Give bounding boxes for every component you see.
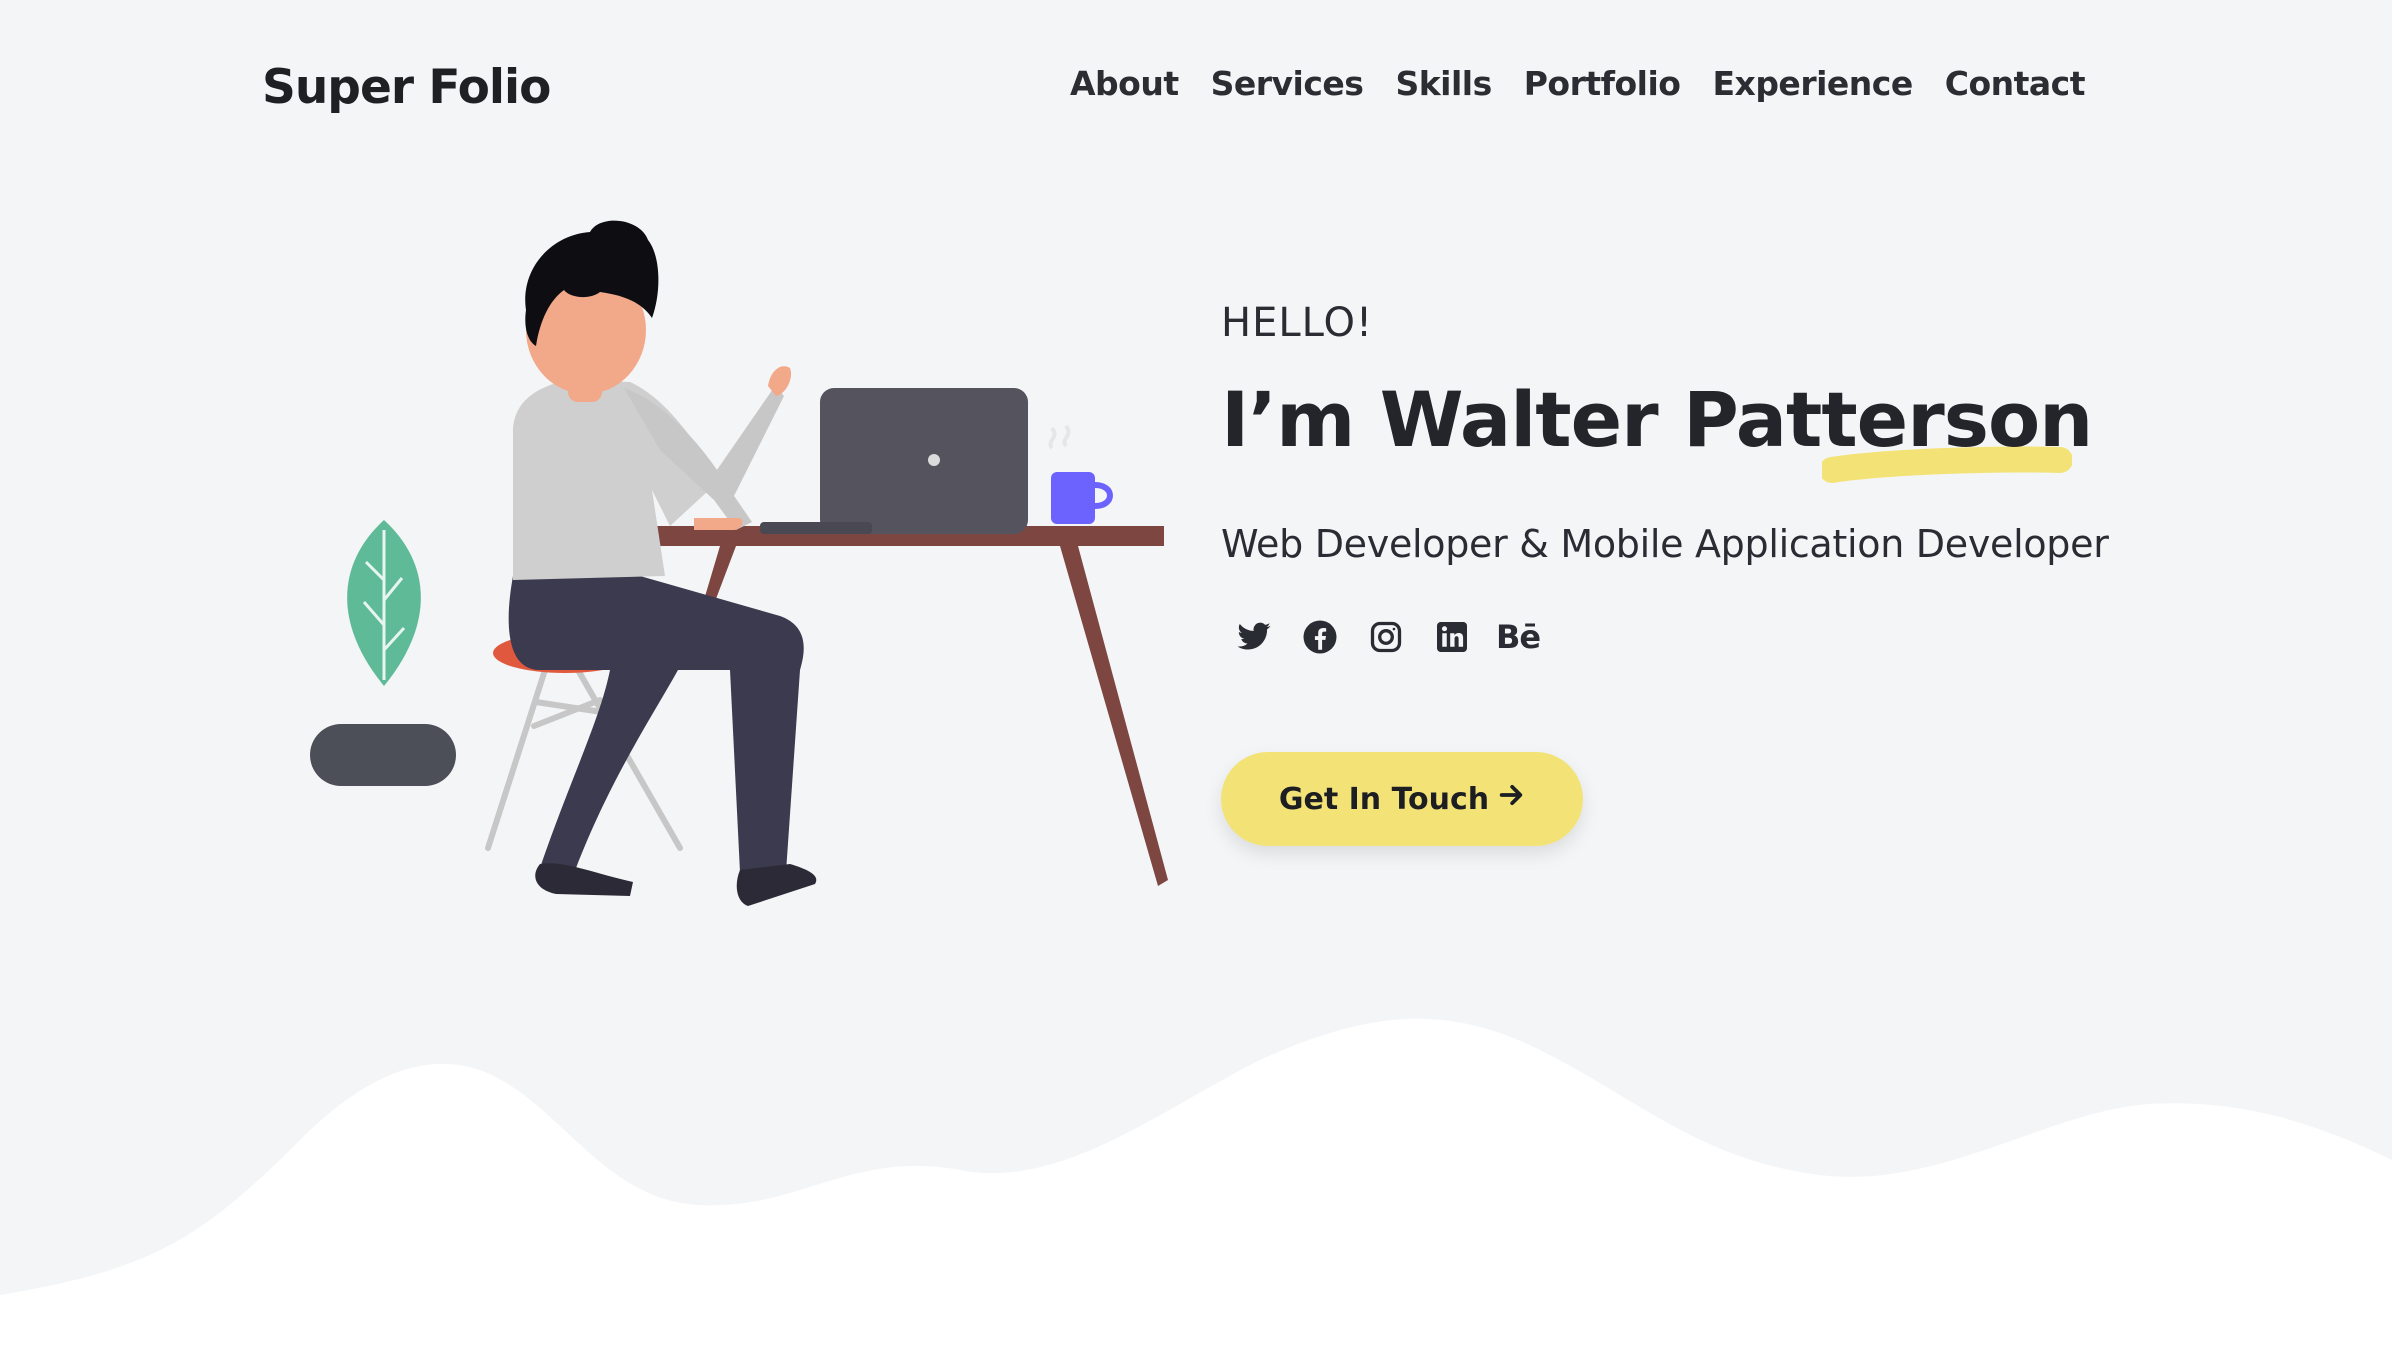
arrow-right-icon (1497, 781, 1525, 817)
hero-name-wrap: I’m Walter Patterson (1221, 370, 2121, 483)
nav-services[interactable]: Services (1211, 64, 1364, 103)
plant-illustration (310, 520, 456, 786)
linkedin-icon[interactable] (1433, 618, 1471, 656)
main-nav: About Services Skills Portfolio Experien… (1070, 64, 2086, 103)
nav-portfolio[interactable]: Portfolio (1524, 64, 1681, 103)
site-header: Super Folio About Services Skills Portfo… (0, 0, 2392, 180)
get-in-touch-button[interactable]: Get In Touch (1221, 752, 1583, 846)
behance-icon[interactable]: Bē (1496, 618, 1541, 656)
developer-illustration (310, 220, 1168, 906)
get-in-touch-label: Get In Touch (1278, 781, 1490, 817)
hero-greeting: HELLO! (1221, 300, 1374, 346)
nav-contact[interactable]: Contact (1945, 64, 2086, 103)
twitter-icon[interactable] (1235, 618, 1273, 656)
instagram-icon[interactable] (1367, 618, 1405, 656)
mug-illustration (1048, 424, 1113, 524)
hero-name: I’m Walter Patterson (1221, 375, 2093, 464)
nav-experience[interactable]: Experience (1712, 64, 1913, 103)
nav-skills[interactable]: Skills (1395, 64, 1492, 103)
hero-section: HELLO! I’m Walter Patterson Web Develope… (1221, 300, 2121, 846)
nav-about[interactable]: About (1070, 64, 1179, 103)
wave-background (0, 1018, 2392, 1356)
facebook-icon[interactable] (1301, 618, 1339, 656)
brand-logo[interactable]: Super Folio (262, 60, 551, 115)
social-links: Bē (1221, 618, 2121, 656)
hero-role: Web Developer & Mobile Application Devel… (1221, 522, 2109, 566)
